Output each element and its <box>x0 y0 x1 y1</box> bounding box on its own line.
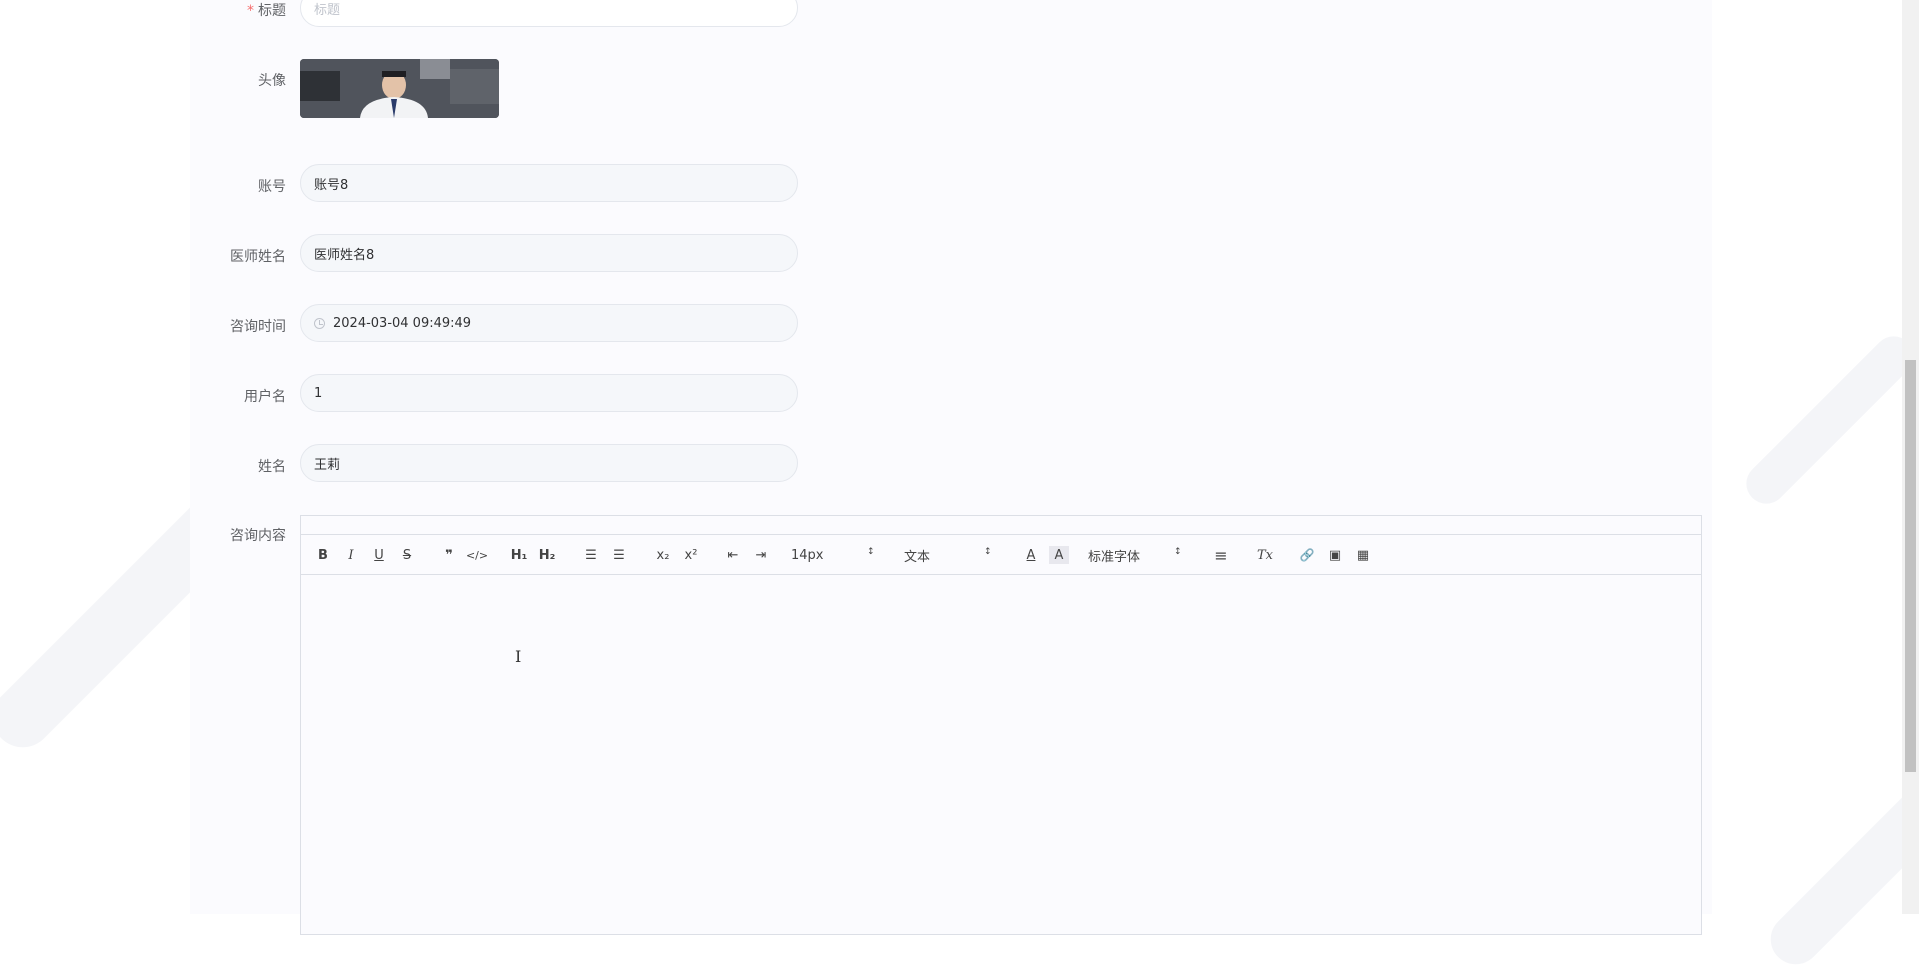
ordered-list-button[interactable]: ☰ <box>581 546 601 564</box>
clock-icon <box>314 317 325 329</box>
username-input[interactable]: 1 <box>300 374 798 412</box>
rich-text-editor: B I U S ❞ </> H₁ H₂ ☰ ☰ x₂ x² ⇤ ⇥ 14px ↕… <box>300 515 1702 935</box>
page-scrollbar[interactable] <box>1902 0 1919 914</box>
image-button[interactable]: ▣ <box>1325 546 1345 564</box>
title-label: * 标题 <box>247 3 286 19</box>
video-button[interactable]: ▦ <box>1353 546 1373 564</box>
subscript-button[interactable]: x₂ <box>653 546 673 564</box>
background-color-button[interactable]: A <box>1049 546 1069 564</box>
account-input[interactable]: 账号8 <box>300 164 798 202</box>
header-2-button[interactable]: H₂ <box>537 546 557 564</box>
strike-button[interactable]: S <box>397 546 417 564</box>
size-caret-icon: ↕ <box>867 547 875 557</box>
avatar-label: 头像 <box>258 73 286 89</box>
outdent-button[interactable]: ⇤ <box>723 546 743 564</box>
time-label: 咨询时间 <box>230 319 286 335</box>
text-color-button[interactable]: A <box>1021 546 1041 564</box>
name-input[interactable]: 王莉 <box>300 444 798 482</box>
clean-format-button[interactable]: Tx <box>1255 546 1275 564</box>
font-caret-icon: ↕ <box>1174 547 1182 557</box>
editor-toolbar: B I U S ❞ </> H₁ H₂ ☰ ☰ x₂ x² ⇤ ⇥ 14px ↕… <box>301 534 1701 575</box>
content-label: 咨询内容 <box>230 528 286 544</box>
indent-button[interactable]: ⇥ <box>751 546 771 564</box>
username-label: 用户名 <box>244 389 286 405</box>
title-input[interactable]: 标题 <box>300 0 798 27</box>
form-panel: * 标题 标题 头像 账号 账号8 医师姓名 医师姓名8 咨询时间 2024-0… <box>190 0 1712 935</box>
font-picker[interactable]: 标准字体 <box>1088 546 1140 565</box>
bullet-list-button[interactable]: ☰ <box>609 546 629 564</box>
size-picker[interactable]: 14px <box>791 546 824 564</box>
align-button[interactable]: ≡ <box>1211 546 1231 565</box>
time-value: 2024-03-04 09:49:49 <box>333 315 472 331</box>
doctor-value: 医师姓名8 <box>314 247 375 263</box>
name-label: 姓名 <box>258 459 286 475</box>
header-caret-icon: ↕ <box>984 547 992 557</box>
title-placeholder: 标题 <box>314 2 341 18</box>
avatar-image[interactable] <box>300 59 499 118</box>
text-cursor-icon: I <box>515 647 522 666</box>
blockquote-button[interactable]: ❞ <box>439 546 459 564</box>
username-value: 1 <box>314 385 323 401</box>
required-mark: * <box>247 3 254 19</box>
scrollbar-thumb[interactable] <box>1905 360 1916 772</box>
background-stripe <box>1738 328 1919 512</box>
bold-button[interactable]: B <box>313 546 333 564</box>
account-label: 账号 <box>258 179 286 195</box>
underline-button[interactable]: U <box>369 546 389 564</box>
code-block-button[interactable]: </> <box>466 546 488 564</box>
background-stripe <box>1760 755 1919 975</box>
time-input[interactable]: 2024-03-04 09:49:49 <box>300 304 798 342</box>
header-1-button[interactable]: H₁ <box>509 546 529 564</box>
doctor-photo-icon <box>300 59 499 118</box>
doctor-label: 医师姓名 <box>230 249 286 265</box>
doctor-input[interactable]: 医师姓名8 <box>300 234 798 272</box>
link-button[interactable]: 🔗 <box>1297 546 1317 564</box>
account-value: 账号8 <box>314 177 349 193</box>
header-picker[interactable]: 文本 <box>904 546 930 565</box>
name-value: 王莉 <box>314 457 341 473</box>
italic-button[interactable]: I <box>341 546 361 564</box>
superscript-button[interactable]: x² <box>681 546 701 564</box>
editor-content-area[interactable] <box>301 575 1701 934</box>
